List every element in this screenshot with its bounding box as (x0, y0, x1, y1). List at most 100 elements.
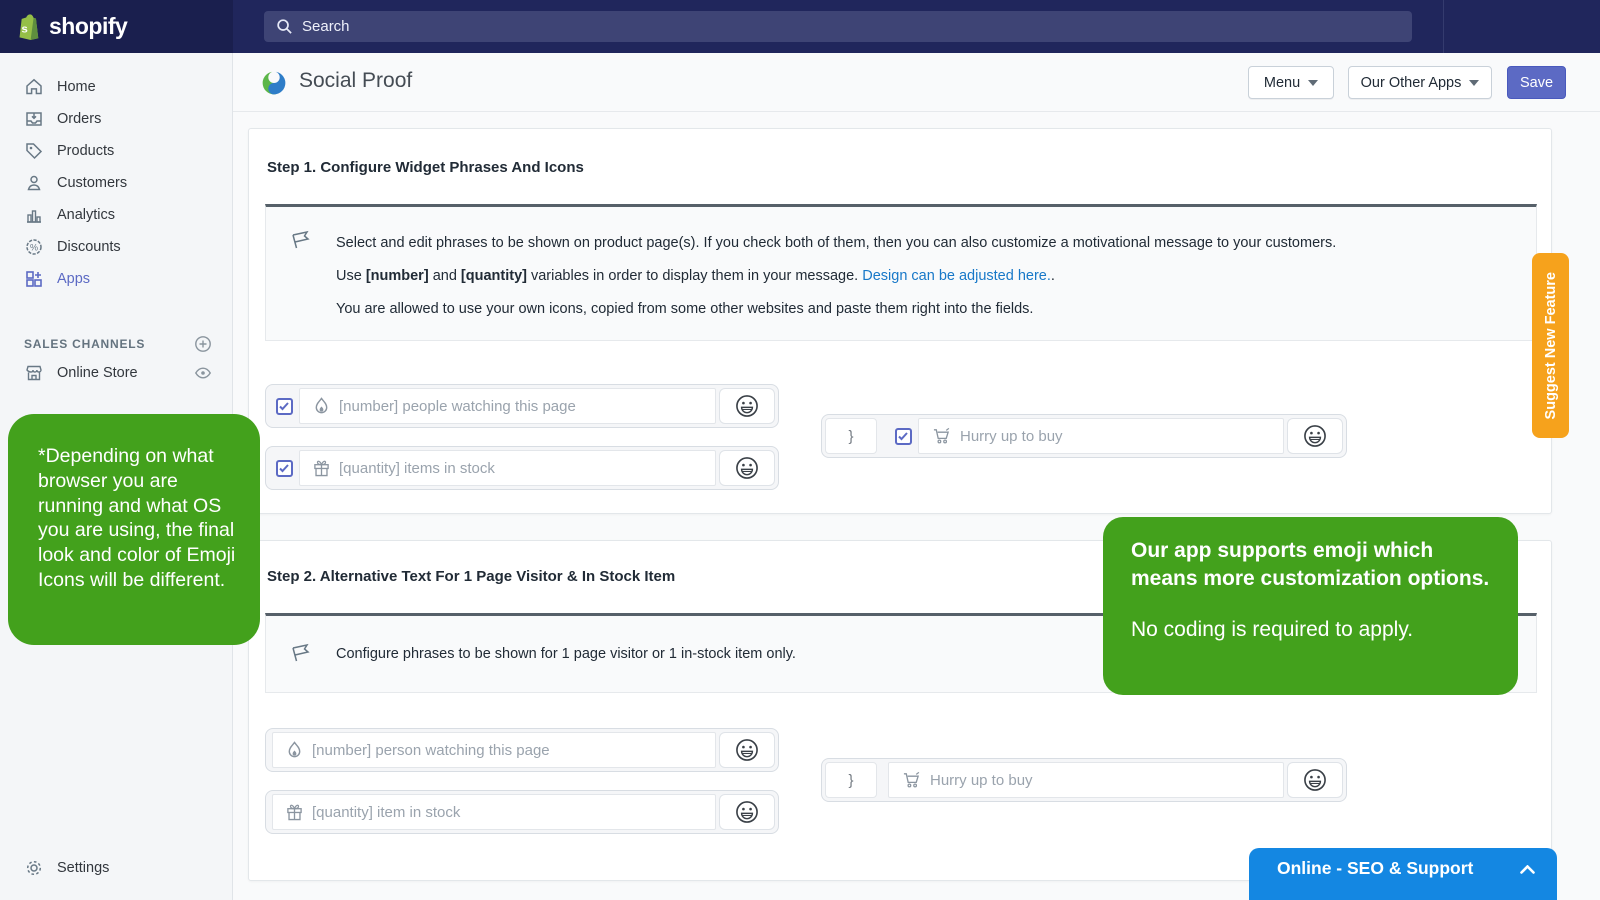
shopify-bag-icon: s (14, 12, 41, 42)
search-input[interactable]: Search (264, 11, 1412, 42)
shopify-logo[interactable]: s shopify (0, 0, 233, 53)
items-emoji-picker-button[interactable] (719, 450, 775, 486)
svg-text:s: s (22, 23, 28, 35)
flag-icon (289, 642, 313, 692)
people-checkbox[interactable] (276, 398, 293, 415)
design-adjust-link[interactable]: Design can be adjusted here. (862, 268, 1051, 284)
flame-icon (286, 741, 303, 760)
chevron-up-icon (1520, 865, 1535, 874)
menu-button[interactable]: Menu (1248, 66, 1334, 99)
discount-icon: % (24, 237, 44, 257)
sidebar-item-orders[interactable]: Orders (0, 103, 232, 135)
sidebar-item-label: Home (57, 79, 96, 95)
sidebar-item-label: Apps (57, 271, 90, 287)
main-content: Social Proof Menu Our Other Apps Save St… (233, 53, 1600, 900)
topbar: s shopify Search (0, 0, 1600, 53)
sidebar-item-home[interactable]: Home (0, 71, 232, 103)
apps-icon (24, 269, 44, 289)
tooltip-normal-text: No coding is required to apply. (1131, 616, 1492, 644)
emoji-support-tooltip: Our app supports emoji which means more … (1103, 517, 1518, 695)
grinning-emoji-icon (734, 455, 760, 481)
sidebar-item-settings[interactable]: Settings (0, 852, 232, 884)
topbar-divider (1443, 0, 1444, 53)
tag-icon (24, 141, 44, 161)
sidebar-item-discounts[interactable]: % Discounts (0, 231, 232, 263)
motivational-row-step2: } Hurry up to buy (821, 758, 1347, 802)
phrase-row-person: [number] person watching this page (265, 728, 779, 772)
view-store-eye-icon[interactable] (194, 364, 212, 382)
save-button[interactable]: Save (1507, 66, 1566, 99)
sidebar-item-label: Analytics (57, 207, 115, 223)
chevron-down-icon (1308, 80, 1318, 86)
grinning-emoji-icon (734, 393, 760, 419)
step1-title: Step 1. Configure Widget Phrases And Ico… (267, 159, 584, 176)
motivational-phrase-input[interactable]: Hurry up to buy (918, 418, 1284, 454)
sidebar-item-customers[interactable]: Customers (0, 167, 232, 199)
page-title: Social Proof (299, 69, 412, 93)
grinning-emoji-icon (1302, 767, 1328, 793)
cart-icon (932, 427, 951, 445)
sidebar-item-online-store[interactable]: Online Store (0, 357, 232, 389)
grinning-emoji-icon (1302, 423, 1328, 449)
customers-icon (24, 173, 44, 193)
step1-card: Step 1. Configure Widget Phrases And Ico… (248, 128, 1552, 514)
people-phrase-input[interactable]: [number] people watching this page (299, 388, 716, 424)
tooltip-bold-text: Our app supports emoji which means more … (1131, 537, 1492, 593)
grinning-emoji-icon (734, 799, 760, 825)
person-phrase-input[interactable]: [number] person watching this page (272, 732, 716, 768)
sidebar-item-analytics[interactable]: Analytics (0, 199, 232, 231)
storefront-icon (24, 363, 44, 383)
flame-icon (313, 397, 330, 416)
item-phrase-input[interactable]: [quantity] item in stock (272, 794, 716, 830)
step1-info-line2: Use [number] and [quantity] variables in… (336, 260, 1536, 293)
sidebar-item-label: Discounts (57, 239, 121, 255)
social-proof-app-icon (261, 70, 287, 96)
chat-status-label: Online - SEO & Support (1277, 858, 1520, 879)
person-emoji-picker-button[interactable] (719, 732, 775, 768)
gift-icon (286, 803, 303, 821)
phrase-row-people: [number] people watching this page (265, 384, 779, 428)
motivational-checkbox[interactable] (895, 428, 912, 445)
search-icon (276, 18, 293, 35)
emoji-disclaimer-tooltip: *Depending on what browser you are runni… (8, 414, 260, 645)
motivational-phrase-input-step2[interactable]: Hurry up to buy (888, 762, 1284, 798)
grinning-emoji-icon (734, 737, 760, 763)
orders-icon (24, 109, 44, 129)
home-icon (24, 77, 44, 97)
step1-info-line1: Select and edit phrases to be shown on p… (336, 227, 1536, 260)
flag-icon (289, 229, 313, 340)
items-phrase-input[interactable]: [quantity] items in stock (299, 450, 716, 486)
gear-icon (24, 858, 44, 878)
step1-info-line3: You are allowed to use your own icons, c… (336, 293, 1536, 326)
gift-icon (313, 459, 330, 477)
people-emoji-picker-button[interactable] (719, 388, 775, 424)
svg-text:%: % (30, 242, 38, 252)
items-checkbox[interactable] (276, 460, 293, 477)
phrase-row-items: [quantity] items in stock (265, 446, 779, 490)
search-placeholder: Search (302, 18, 350, 35)
suggest-new-feature-tab[interactable]: Suggest New Feature (1532, 253, 1569, 438)
item-emoji-picker-button[interactable] (719, 794, 775, 830)
sidebar-item-label: Customers (57, 175, 127, 191)
motivational-emoji-picker-button[interactable] (1287, 418, 1343, 454)
sales-channels-header: SALES CHANNELS (0, 331, 232, 357)
step1-info-box: Select and edit phrases to be shown on p… (265, 204, 1537, 341)
separator-input[interactable]: } (825, 762, 877, 798)
chevron-down-icon (1469, 80, 1479, 86)
step2-title: Step 2. Alternative Text For 1 Page Visi… (267, 568, 675, 585)
cart-icon (902, 771, 921, 789)
analytics-icon (24, 205, 44, 225)
our-other-apps-button[interactable]: Our Other Apps (1348, 66, 1492, 99)
chat-widget-bar[interactable]: Online - SEO & Support (1249, 848, 1557, 900)
page-header: Social Proof Menu Our Other Apps Save (233, 53, 1600, 112)
sidebar-item-apps[interactable]: Apps (0, 263, 232, 295)
sidebar-item-label: Products (57, 143, 114, 159)
sidebar-item-products[interactable]: Products (0, 135, 232, 167)
separator-input[interactable]: } (825, 418, 877, 454)
motivational-row-step1: } Hurry up to buy (821, 414, 1347, 458)
add-channel-icon[interactable] (194, 335, 212, 353)
phrase-row-item: [quantity] item in stock (265, 790, 779, 834)
sidebar-item-label: Orders (57, 111, 101, 127)
motivational-emoji-picker-button-step2[interactable] (1287, 762, 1343, 798)
shopify-wordmark: shopify (49, 13, 127, 40)
